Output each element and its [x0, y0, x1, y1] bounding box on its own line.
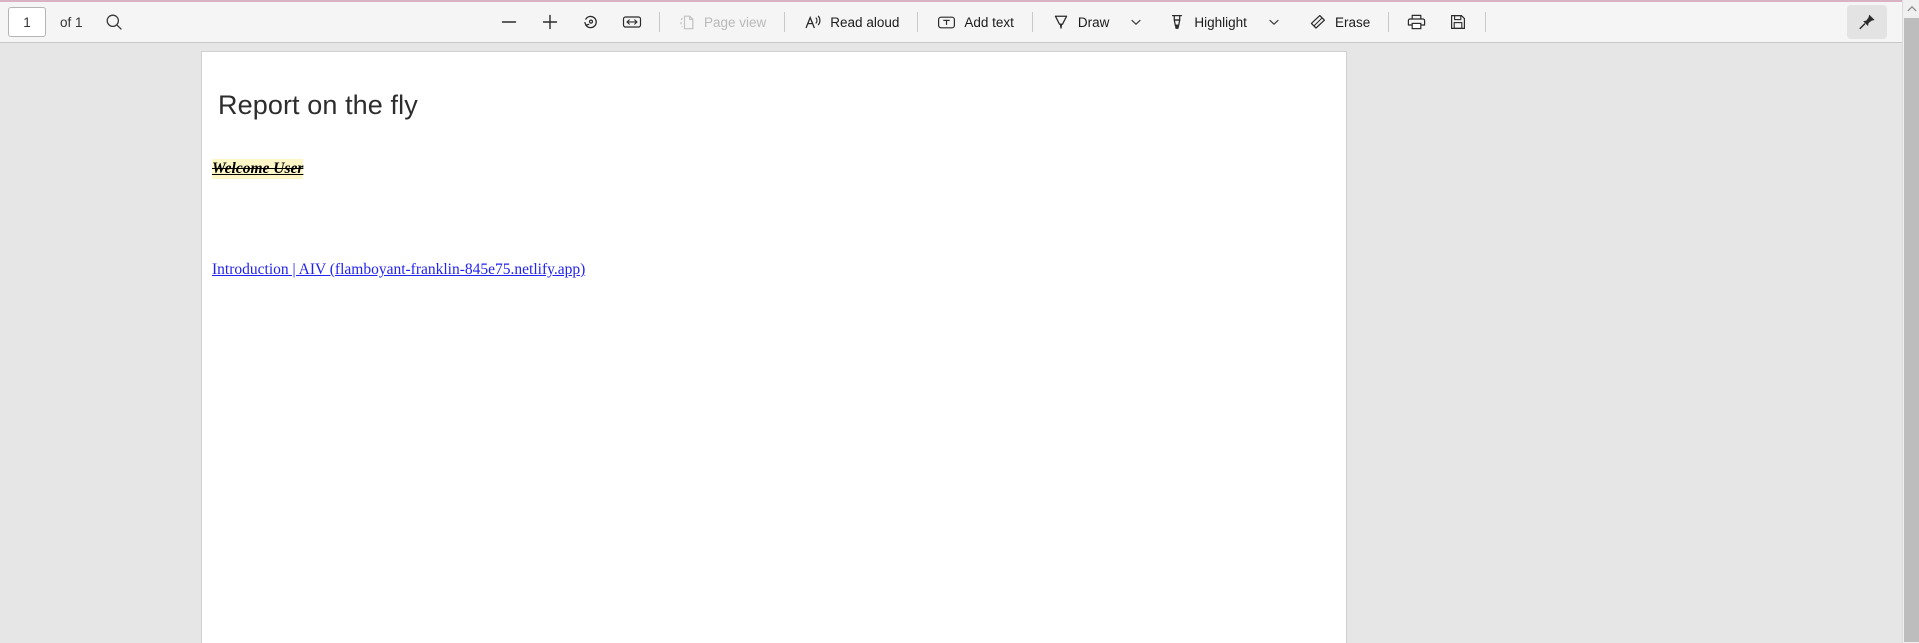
toolbar-left-group: 1 of 1 — [0, 7, 131, 37]
toolbar-divider — [1031, 12, 1033, 32]
save-icon — [1448, 12, 1468, 32]
minus-icon — [499, 12, 519, 32]
eraser-icon — [1307, 12, 1328, 32]
toolbar-divider — [917, 12, 919, 32]
page-view-label: Page view — [704, 14, 767, 30]
read-aloud-icon — [803, 13, 823, 32]
document-hyperlink[interactable]: Introduction | AIV (flamboyant-franklin-… — [212, 261, 585, 279]
page-view-icon — [678, 13, 697, 32]
page-number-input[interactable]: 1 — [8, 7, 46, 37]
toolbar-divider — [784, 12, 786, 32]
zoom-out-button[interactable] — [492, 7, 526, 37]
pdf-viewer-area: Report on the fly Welcome User Introduct… — [0, 43, 1902, 643]
erase-button[interactable]: Erase — [1299, 7, 1378, 37]
toolbar-divider — [659, 12, 660, 32]
scroll-up-button[interactable] — [1903, 0, 1919, 17]
print-icon — [1406, 12, 1427, 32]
erase-label: Erase — [1334, 14, 1371, 30]
toolbar-right-group — [1847, 2, 1887, 42]
rotate-button[interactable] — [574, 7, 608, 37]
highlighter-icon — [1167, 12, 1187, 32]
pdf-toolbar: 1 of 1 Page view Read aloud Add text Dra… — [0, 0, 1919, 43]
pin-icon — [1857, 12, 1877, 32]
highlight-label: Highlight — [1194, 14, 1247, 30]
add-text-icon — [936, 13, 957, 32]
save-button[interactable] — [1441, 7, 1475, 37]
plus-icon — [540, 12, 560, 32]
highlight-options-dropdown[interactable] — [1261, 7, 1287, 37]
draw-pen-icon — [1051, 12, 1071, 32]
document-title: Report on the fly — [218, 90, 418, 120]
draw-options-dropdown[interactable] — [1123, 7, 1149, 37]
read-aloud-label: Read aloud — [830, 14, 900, 30]
vertical-scrollbar[interactable] — [1902, 0, 1919, 643]
page-view-button[interactable]: Page view — [670, 7, 774, 37]
add-text-button[interactable]: Add text — [928, 7, 1022, 37]
highlight-button[interactable]: Highlight — [1159, 7, 1255, 37]
chevron-down-icon — [1129, 15, 1143, 29]
page-count-label: of 1 — [60, 14, 83, 30]
draw-button[interactable]: Draw — [1043, 7, 1118, 37]
fit-to-width-button[interactable] — [615, 7, 649, 37]
chevron-down-icon — [1267, 15, 1281, 29]
fit-to-width-icon — [621, 12, 643, 32]
read-aloud-button[interactable]: Read aloud — [795, 7, 907, 37]
toolbar-center-group: Page view Read aloud Add text Draw Highl… — [492, 2, 1496, 42]
print-button[interactable] — [1399, 7, 1433, 37]
toolbar-divider — [1485, 12, 1487, 32]
draw-label: Draw — [1077, 14, 1110, 30]
zoom-in-button[interactable] — [533, 7, 567, 37]
search-button[interactable] — [97, 7, 131, 37]
rotate-icon — [581, 12, 601, 32]
add-text-label: Add text — [964, 14, 1014, 30]
welcome-user-text: Welcome User — [212, 159, 304, 179]
page-number-value: 1 — [23, 14, 31, 30]
pdf-page: Report on the fly Welcome User Introduct… — [201, 51, 1347, 643]
search-icon — [105, 13, 123, 31]
scrollbar-thumb[interactable] — [1904, 18, 1919, 642]
scroll-up-arrow-icon — [1907, 5, 1917, 13]
pin-toolbar-button[interactable] — [1847, 5, 1887, 39]
toolbar-divider — [1388, 12, 1390, 32]
